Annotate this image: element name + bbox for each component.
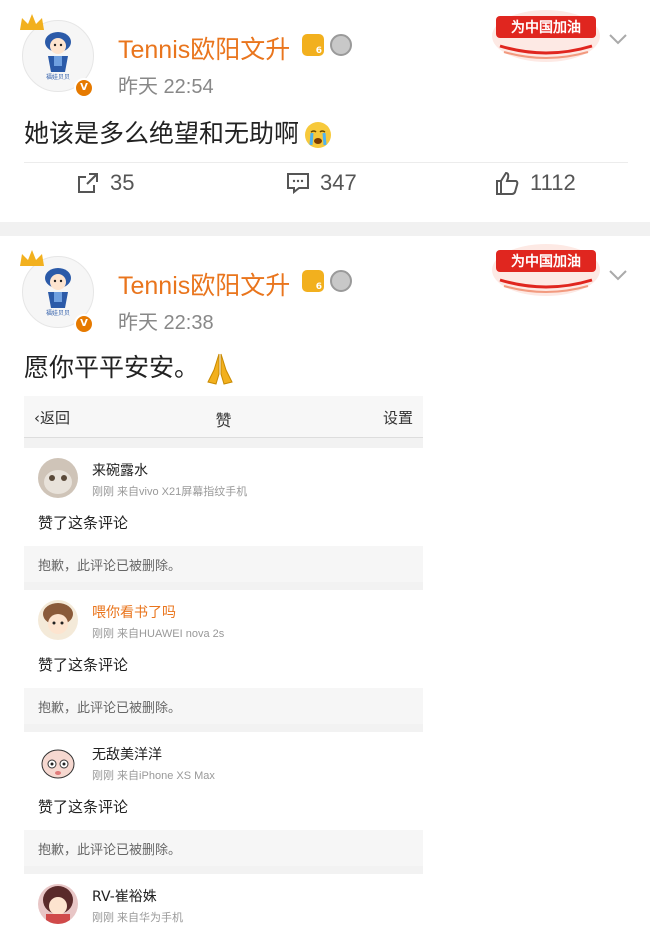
repost-button[interactable]: 35	[76, 170, 134, 196]
thumbs-up-icon	[496, 171, 519, 195]
action-bar: 35 347 1112	[0, 170, 650, 214]
user-badges	[302, 270, 352, 292]
comment-button[interactable]: 347	[286, 170, 357, 196]
crown-icon	[20, 250, 44, 266]
divider	[24, 162, 628, 163]
embedded-screenshot: ‹返回 赞 设置 来碗露水 刚刚 来自vivo X21屏幕指纹手机 赞了这条评论…	[24, 396, 423, 948]
post-content: 愿你平平安安。	[24, 348, 237, 386]
username[interactable]: Tennis欧阳文升	[118, 30, 290, 66]
comment-icon	[287, 173, 309, 194]
avatar[interactable]: 福娃贝贝 V	[18, 12, 98, 98]
folded-hands-icon	[207, 353, 233, 385]
deleted-comment: 抱歉，此评论已被删除。	[24, 688, 423, 724]
verified-icon: V	[74, 314, 94, 334]
notification-meta: 刚刚 来自华为手机	[92, 912, 184, 924]
chevron-down-icon[interactable]	[608, 268, 628, 282]
medal-icon[interactable]	[330, 34, 352, 56]
comment-count: 347	[320, 170, 357, 195]
list-item: 来碗露水 刚刚 来自vivo X21屏幕指纹手机 赞了这条评论 抱歉，此评论已被…	[24, 448, 423, 582]
weibo-post: 福娃贝贝 V Tennis欧阳文升 昨天 22:38 为中国加油 愿你平平安安。…	[0, 236, 650, 948]
screenshot-nav-bar: ‹返回 赞 设置	[24, 396, 423, 438]
member-crown-icon[interactable]	[302, 270, 324, 292]
deleted-comment: 抱歉，此评论已被删除。	[24, 546, 423, 582]
notification-user-name: 无敌美洋洋	[92, 747, 162, 763]
list-item: 喂你看书了吗 刚刚 来自HUAWEI nova 2s 赞了这条评论 抱歉，此评论…	[24, 590, 423, 724]
notification-meta: 刚刚 来自iPhone XS Max	[92, 770, 215, 782]
notification-user-name: 来碗露水	[92, 463, 148, 479]
avatar	[38, 600, 78, 640]
post-text: 愿你平平安安。	[24, 353, 200, 382]
medal-icon[interactable]	[330, 270, 352, 292]
post-text: 她该是多么绝望和无助啊	[24, 119, 300, 148]
list-item: RV-崔裕姝 刚刚 来自华为手机	[24, 874, 423, 948]
deleted-comment: 抱歉，此评论已被删除。	[24, 830, 423, 866]
notification-text: 赞了这条评论	[38, 656, 129, 674]
notification-text: 赞了这条评论	[38, 798, 129, 816]
notification-text: 赞了这条评论	[38, 514, 129, 532]
chevron-down-icon[interactable]	[608, 32, 628, 46]
notification-user-name: RV-崔裕姝	[92, 889, 157, 905]
weibo-post: 福娃贝贝 V Tennis欧阳文升 昨天 22:54 为中国加油 她该是多么绝望…	[0, 0, 650, 222]
post-time: 昨天 22:54	[118, 76, 214, 98]
mascot-icon	[45, 268, 71, 308]
notification-meta: 刚刚 来自HUAWEI nova 2s	[92, 628, 225, 640]
list-item: 无敌美洋洋 刚刚 来自iPhone XS Max 赞了这条评论 抱歉，此评论已被…	[24, 732, 423, 866]
avatar	[38, 884, 78, 924]
post-separator	[0, 222, 650, 236]
crying-face-icon	[305, 122, 332, 148]
stamp-text: 为中国加油	[511, 19, 581, 36]
avatar	[38, 742, 78, 782]
nav-title: 赞	[215, 411, 232, 430]
user-badges	[302, 34, 352, 56]
avatar-caption: 福娃贝贝	[45, 310, 70, 317]
stamp-text: 为中国加油	[511, 253, 581, 270]
avatar[interactable]: 福娃贝贝 V	[18, 248, 98, 334]
avatar	[38, 458, 78, 498]
like-count: 1112	[530, 170, 576, 195]
cheer-stamp-icon: 为中国加油	[492, 10, 600, 62]
settings-button: 设置	[382, 409, 413, 427]
crown-icon	[20, 14, 44, 30]
repost-icon	[78, 173, 98, 193]
mascot-icon	[45, 32, 71, 72]
post-content: 她该是多么绝望和无助啊	[24, 114, 333, 150]
notification-user-name: 喂你看书了吗	[92, 605, 176, 621]
username[interactable]: Tennis欧阳文升	[118, 266, 290, 302]
member-crown-icon[interactable]	[302, 34, 324, 56]
cheer-stamp-icon: 为中国加油	[492, 244, 600, 296]
avatar-caption: 福娃贝贝	[45, 74, 70, 81]
verified-icon: V	[74, 78, 94, 98]
notification-meta: 刚刚 来自vivo X21屏幕指纹手机	[92, 486, 248, 498]
like-button[interactable]: 1112	[494, 170, 576, 196]
post-time: 昨天 22:38	[118, 312, 214, 334]
repost-count: 35	[110, 170, 135, 195]
